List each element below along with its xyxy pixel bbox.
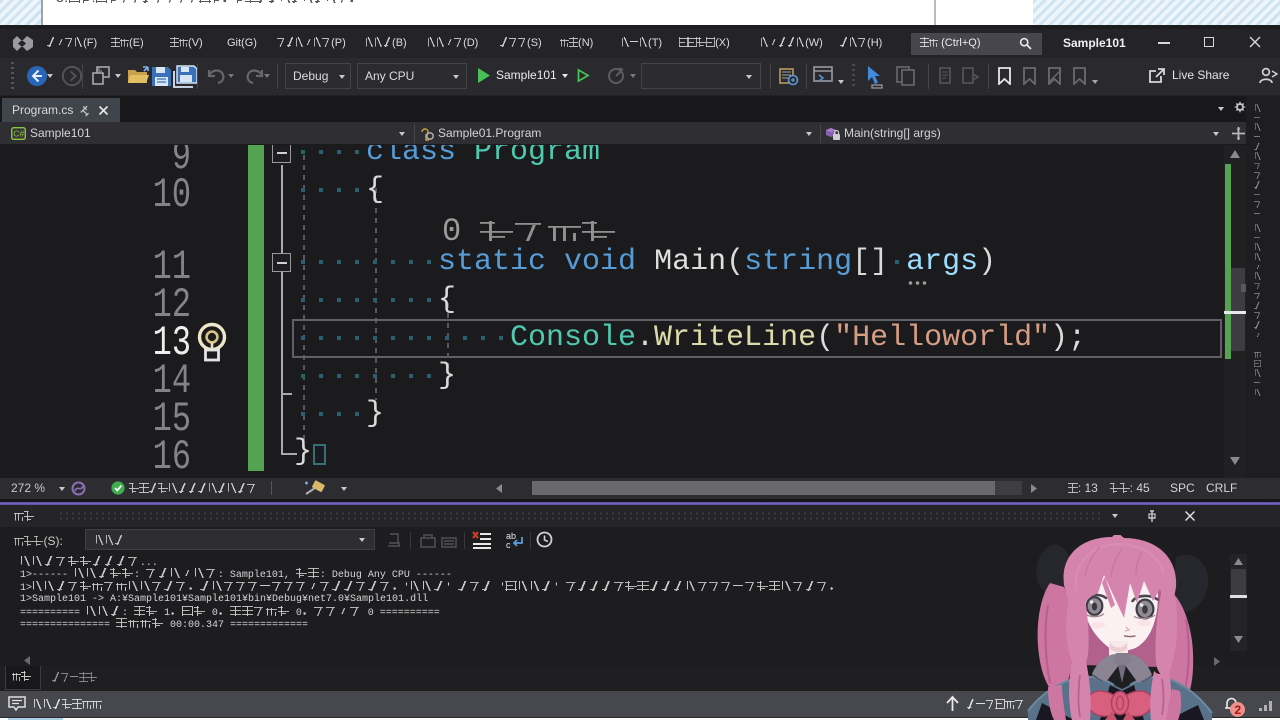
svg-text:c: c [506, 540, 511, 550]
svg-text:C#: C# [13, 129, 24, 139]
